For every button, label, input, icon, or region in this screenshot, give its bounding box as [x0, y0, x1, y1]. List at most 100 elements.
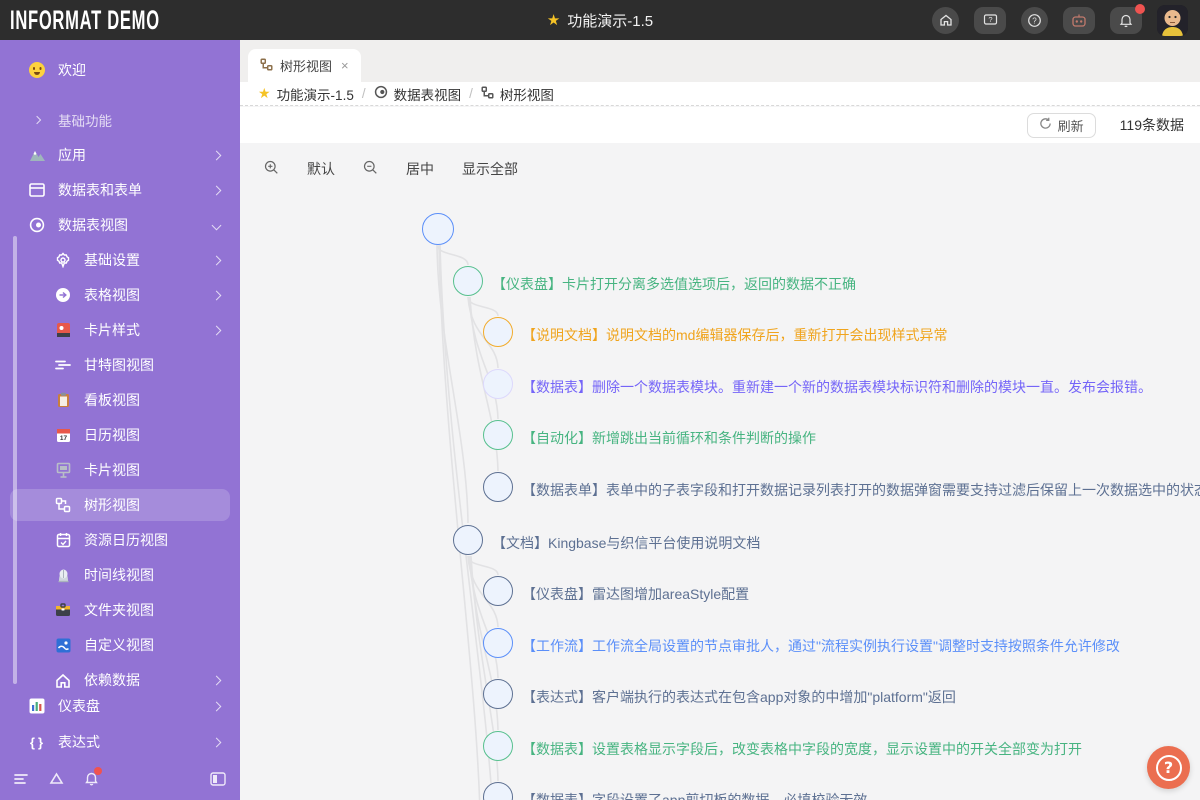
- help-icon: ?: [1027, 13, 1042, 28]
- chevron-right-icon: [211, 185, 222, 195]
- sidebar-scrollbar[interactable]: [13, 236, 17, 684]
- help-fab-button[interactable]: ?: [1147, 746, 1190, 789]
- tree-node-label[interactable]: 【数据表】字段设置了app剪切板的数据，必填校验无效: [522, 790, 867, 800]
- breadcrumb-label: 树形视图: [499, 87, 554, 103]
- breadcrumb-separator: /: [469, 86, 473, 101]
- sidebar-item-label: 应用: [58, 147, 86, 163]
- sidebar-item-label: 卡片视图: [84, 462, 140, 478]
- refresh-button[interactable]: 刷新: [1026, 112, 1096, 138]
- sidebar-item-welcome[interactable]: 欢迎: [10, 54, 230, 86]
- tree-node-label[interactable]: 【自动化】新增跳出当前循环和条件判断的操作: [522, 428, 816, 448]
- tree-node-label[interactable]: 【表达式】客户端执行的表达式在包含app对象的中增加"platform"返回: [522, 687, 956, 707]
- chevron-right-icon: [211, 255, 222, 265]
- notifications-button[interactable]: [1110, 3, 1145, 34]
- tree-node-label[interactable]: 【数据表】设置表格显示字段后，改变表格中字段的宽度，显示设置中的开关全部变为打开: [522, 739, 1082, 759]
- sidebar-item-label: 资源日历视图: [84, 532, 168, 548]
- sidebar-item-label: 表格视图: [84, 287, 140, 303]
- sidebar-item-tree-view[interactable]: 树形视图: [10, 489, 230, 521]
- tree-node-label[interactable]: 【仪表盘】雷达图增加areaStyle配置: [522, 584, 749, 604]
- breadcrumb-label: 数据表视图: [393, 87, 462, 103]
- robot-icon: [1071, 14, 1087, 27]
- tree-node-label[interactable]: 【文档】Kingbase与织信平台使用说明文档: [492, 533, 760, 553]
- sidebar-item-card-style[interactable]: 卡片样式: [10, 314, 230, 346]
- sidebar-item-label: 仪表盘: [58, 698, 100, 714]
- tree-node[interactable]: [483, 317, 513, 347]
- sidebar-item-gantt-view[interactable]: 甘特图视图: [10, 349, 230, 381]
- sidebar-item-apps[interactable]: 应用: [10, 139, 230, 171]
- tree-node-label[interactable]: 【说明文档】说明文档的md编辑器保存后，重新打开会出现样式异常: [522, 325, 947, 345]
- close-icon[interactable]: ×: [341, 58, 349, 73]
- tree-node[interactable]: [453, 525, 483, 555]
- sidebar-item-card-view[interactable]: 卡片视图: [10, 454, 230, 486]
- chevron-right-icon: [211, 675, 222, 685]
- breadcrumb-item-table-views[interactable]: 数据表视图: [374, 84, 462, 104]
- arrow-circle-icon: [54, 286, 72, 304]
- collapse-sidebar-icon[interactable]: [210, 771, 226, 791]
- breadcrumb-label: 功能演示-1.5: [276, 87, 354, 103]
- main-area: 树形视图 × ★ 功能演示-1.5 / 数据表视图 / 树形视图 刷新 119条…: [240, 40, 1200, 800]
- sidebar-item-custom-view[interactable]: 自定义视图: [10, 629, 230, 661]
- sidebar-item-label: 文件夹视图: [84, 602, 154, 618]
- tree-node-root[interactable]: [422, 213, 454, 245]
- sidebar-item-label: 树形视图: [84, 497, 140, 513]
- sidebar-item-basic-functions[interactable]: 基础功能: [10, 104, 230, 136]
- sidebar-item-label: 卡片样式: [84, 322, 140, 338]
- breadcrumb-item-workspace[interactable]: ★ 功能演示-1.5: [258, 84, 354, 104]
- home-button[interactable]: [932, 6, 959, 34]
- sidebar-item-label: 表达式: [58, 734, 100, 750]
- sidebar-item-calendar-view[interactable]: 17 日历视图: [10, 419, 230, 451]
- tree-node[interactable]: [483, 731, 513, 761]
- tab-bar: 树形视图 ×: [240, 40, 1200, 82]
- sidebar-item-basic-settings[interactable]: 基础设置: [10, 244, 230, 276]
- sidebar-item-tables-forms[interactable]: 数据表和表单: [10, 174, 230, 206]
- sidebar-item-label: 日历视图: [84, 427, 140, 443]
- triangle-icon[interactable]: [49, 772, 64, 790]
- gantt-bars-icon: [54, 356, 72, 374]
- sidebar-item-label: 自定义视图: [84, 637, 154, 653]
- sidebar-item-folder-view[interactable]: 文件夹视图: [10, 594, 230, 626]
- gear-icon: [54, 251, 72, 269]
- help-button[interactable]: ?: [1021, 6, 1048, 34]
- top-header: INFORMAT DEMO ★ 功能演示-1.5 ? ?: [0, 0, 1200, 40]
- list-icon[interactable]: [14, 772, 29, 790]
- sidebar-item-resource-calendar-view[interactable]: 资源日历视图: [10, 524, 230, 556]
- breadcrumb-item-tree-view[interactable]: 树形视图: [481, 84, 554, 104]
- sidebar-item-expressions[interactable]: { } 表达式: [10, 726, 230, 758]
- clipboard-icon: [54, 391, 72, 409]
- sidebar-item-table-views[interactable]: 数据表视图: [10, 209, 230, 241]
- sidebar-footer: [0, 762, 240, 800]
- tree-node[interactable]: [483, 628, 513, 658]
- sidebar-item-label: 时间线视图: [84, 567, 154, 583]
- sidebar-item-label: 数据表和表单: [58, 182, 142, 198]
- tab-tree-view[interactable]: 树形视图 ×: [248, 49, 361, 82]
- tree-node[interactable]: [483, 679, 513, 709]
- tree-node[interactable]: [453, 266, 483, 296]
- tree-node-label[interactable]: 【数据表】删除一个数据表模块。重新建一个新的数据表模块标识符和删除的模块一直。发…: [522, 377, 1152, 397]
- tree-node-label[interactable]: 【数据表单】表单中的子表字段和打开数据记录列表打开的数据弹窗需要支持过滤后保留上…: [522, 480, 1200, 500]
- tree-node-label[interactable]: 【仪表盘】卡片打开分离多选值选项后，返回的数据不正确: [492, 274, 856, 294]
- tree-node[interactable]: [483, 472, 513, 502]
- sidebar-item-grid-view[interactable]: 表格视图: [10, 279, 230, 311]
- signboard-icon: [54, 461, 72, 479]
- sidebar-item-dashboard[interactable]: 仪表盘: [10, 690, 230, 722]
- chevron-right-icon: [211, 701, 222, 711]
- tree-node[interactable]: [483, 420, 513, 450]
- svg-text:17: 17: [59, 435, 67, 442]
- tree-icon: [481, 85, 494, 102]
- workspace-title-text: 功能演示-1.5: [567, 12, 654, 30]
- tree-node-label[interactable]: 【工作流】工作流全局设置的节点审批人，通过"流程实例执行设置"调整时支持按照条件…: [522, 636, 1120, 656]
- tree-node[interactable]: [483, 576, 513, 606]
- sidebar-item-label: 依赖数据: [84, 672, 140, 688]
- bell-dot-icon[interactable]: [84, 767, 102, 791]
- tree-node[interactable]: [483, 369, 513, 399]
- sidebar-item-timeline-view[interactable]: 时间线视图: [10, 559, 230, 591]
- sidebar-item-kanban-view[interactable]: 看板视图: [10, 384, 230, 416]
- chevron-right-icon: [211, 737, 222, 747]
- chevron-right-icon: [211, 290, 222, 300]
- user-avatar[interactable]: [1157, 4, 1188, 36]
- action-row: 刷新 119条数据: [240, 107, 1200, 143]
- robot-assistant-button[interactable]: [1063, 6, 1095, 34]
- feedback-button[interactable]: ?: [974, 6, 1006, 34]
- home-icon: [939, 13, 953, 27]
- tree-canvas[interactable]: 默认 居中 显示全部 【仪表盘】卡片打开分离多选值选项后，返回的数据不正确 【说…: [240, 143, 1200, 800]
